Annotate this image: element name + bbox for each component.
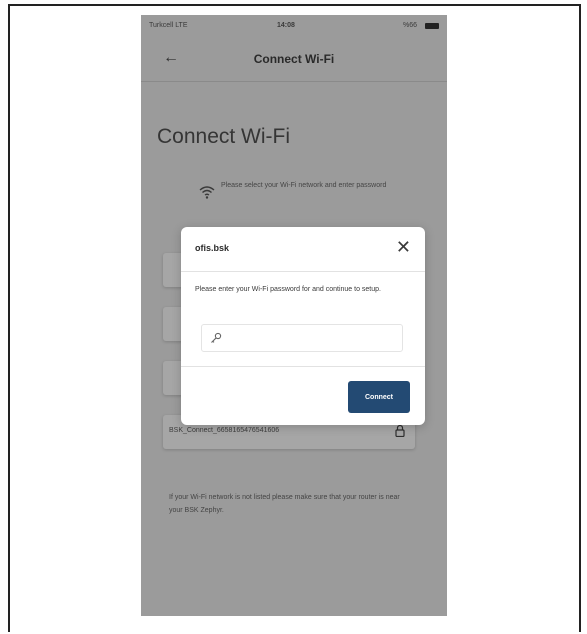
dialog-divider [181, 366, 425, 367]
password-field[interactable] [201, 324, 403, 352]
status-time: 14:08 [277, 22, 295, 29]
battery-percent: %66 [402, 22, 417, 29]
page-title: Connect Wi-Fi [157, 125, 291, 148]
connect-button[interactable]: Connect [348, 381, 410, 413]
password-input[interactable] [230, 329, 398, 349]
hint-text: Please select your Wi-Fi network and ent… [221, 182, 387, 189]
lock-icon [395, 424, 405, 442]
wifi-icon [199, 185, 215, 204]
dialog-message: Please enter your Wi-Fi password for and… [195, 286, 381, 293]
dialog-divider [181, 271, 425, 272]
password-dialog: ofis.bsk ✕ Please enter your Wi-Fi passw… [181, 227, 425, 425]
nav-title: Connect Wi-Fi [253, 52, 335, 66]
carrier-label: Turkcell LTE [149, 22, 188, 29]
close-icon[interactable]: ✕ [396, 238, 411, 256]
battery-icon [425, 23, 439, 29]
dialog-title: ofis.bsk [195, 243, 230, 253]
network-name: BSK_Connect_6658165476541606 [169, 427, 280, 434]
status-bar: Turkcell LTE 14:08 %66 [141, 15, 447, 37]
footer-note: If your Wi-Fi network is not listed plea… [169, 494, 400, 514]
nav-bar: ← Connect Wi-Fi [141, 37, 447, 82]
key-icon [210, 331, 222, 349]
